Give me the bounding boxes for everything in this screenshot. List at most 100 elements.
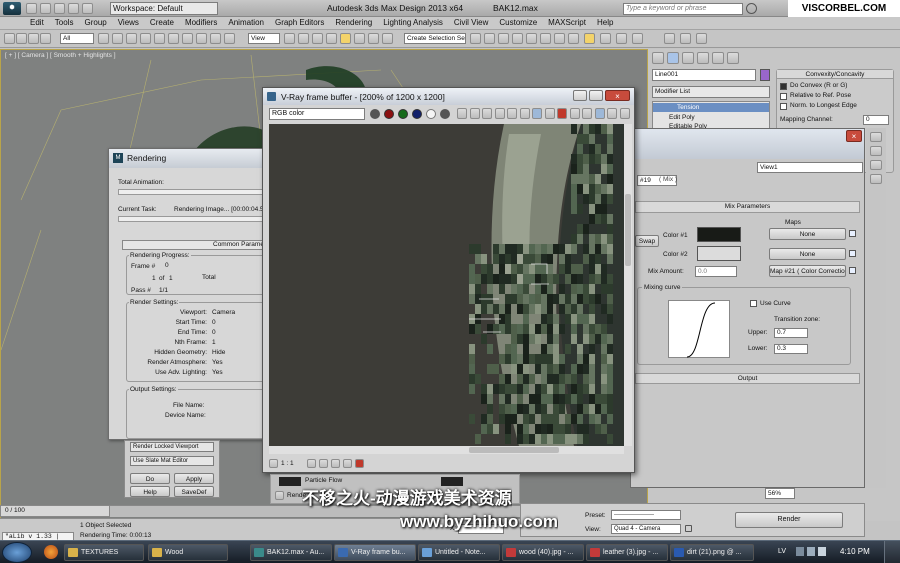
stack-item-tension[interactable]: Tension (653, 103, 769, 112)
taskbar-item[interactable]: Wood (148, 544, 228, 561)
taskbar-item[interactable]: leather (3).jpg - ... (586, 544, 668, 561)
lens-effects-icon[interactable] (594, 108, 605, 119)
app-logo-icon[interactable]: ⬢ (3, 2, 21, 15)
named-selection-dropdown[interactable]: Create Selection Se (404, 33, 466, 44)
show-corrections-icon[interactable] (582, 108, 592, 119)
view-select-dropdown[interactable]: View1 (757, 162, 863, 173)
selection-filter-dropdown[interactable]: All (60, 33, 94, 44)
menu-item-create[interactable]: Create (150, 17, 174, 30)
toolbar-render-production-icon[interactable] (616, 33, 627, 44)
object-name-field[interactable]: Line001 (652, 69, 756, 81)
mapping-channel-spinner[interactable]: 0 (863, 115, 889, 125)
track-mouse-icon[interactable] (519, 108, 530, 119)
network-icon[interactable] (796, 547, 804, 556)
toolbar-keyboard-shortcut-icon[interactable] (210, 33, 221, 44)
toolbar-mirror-tool-icon[interactable] (484, 33, 495, 44)
save-file-icon[interactable] (40, 3, 51, 14)
toolbar-schematic-icon[interactable] (368, 33, 379, 44)
menu-item-animation[interactable]: Animation (228, 17, 264, 30)
region-render-icon[interactable] (532, 108, 542, 119)
vfb-settings-icon[interactable] (619, 108, 630, 119)
toolbar-extra-2-icon[interactable] (680, 33, 691, 44)
convexity-rollout-title[interactable]: Convexity/Concavity (777, 70, 893, 79)
reference-coordinate-dropdown[interactable]: View (248, 33, 280, 44)
toolbar-redo-icon[interactable] (16, 33, 27, 44)
toolbar-window-crossing-icon[interactable] (140, 33, 151, 44)
vfb-curve-icon[interactable] (319, 459, 328, 468)
toolbar-ribbon-icon[interactable] (526, 33, 537, 44)
toolbar-move-icon[interactable] (154, 33, 165, 44)
scroll-stub-2[interactable] (870, 146, 882, 156)
toolbar-select-link-icon[interactable] (28, 33, 39, 44)
swap-button[interactable]: Swap (635, 235, 659, 247)
savedef-button[interactable]: SaveDef (174, 486, 214, 497)
help-button[interactable]: Help (130, 486, 170, 497)
color2-swatch[interactable] (697, 246, 741, 261)
panel-tab-display-icon[interactable] (712, 52, 724, 64)
upper-spinner[interactable]: 0.7 (774, 328, 808, 338)
toolbar-material-editor-2-icon[interactable] (568, 33, 579, 44)
menu-item-modifiers[interactable]: Modifiers (185, 17, 217, 30)
render-last-icon[interactable] (569, 108, 580, 119)
toolbar-snap-icon[interactable] (224, 33, 235, 44)
zoom-dropdown[interactable]: 56% (765, 488, 795, 499)
toolbar-layer-icon[interactable] (326, 33, 337, 44)
toolbar-mirror-icon[interactable] (298, 33, 309, 44)
toolbar-curve-editor-2-icon[interactable] (540, 33, 551, 44)
panel-tab-create-icon[interactable] (652, 52, 664, 64)
toolbar-align-tool-icon[interactable] (498, 33, 509, 44)
panel-tab-utilities-icon[interactable] (727, 52, 739, 64)
mix-window-close-button[interactable]: × (846, 130, 862, 142)
flag-icon[interactable] (818, 547, 826, 556)
menu-item-edit[interactable]: Edit (30, 17, 44, 30)
toolbar-undo-icon[interactable] (4, 33, 15, 44)
menu-item-customize[interactable]: Customize (499, 17, 537, 30)
command-panel-scrollbar[interactable] (866, 128, 886, 488)
do-button[interactable]: Do (130, 473, 170, 484)
toolbar-material-editor-icon[interactable] (382, 33, 393, 44)
scroll-stub-4[interactable] (870, 174, 882, 184)
output-section[interactable]: Output (635, 373, 860, 384)
toolbar-edit-named-icon[interactable] (470, 33, 481, 44)
panel-tab-motion-icon[interactable] (697, 52, 709, 64)
mix-map-checkbox[interactable] (849, 267, 856, 274)
render-canvas[interactable] (269, 124, 624, 446)
vfb-maximize-button[interactable] (589, 90, 603, 101)
toolbar-select-by-name-icon[interactable] (112, 33, 123, 44)
search-icon[interactable] (746, 3, 757, 14)
taskbar-item[interactable]: wood (40).jpg - ... (502, 544, 584, 561)
menu-item-rendering[interactable]: Rendering (335, 17, 372, 30)
show-desktop-button[interactable] (884, 541, 900, 563)
clear-icon[interactable] (507, 108, 517, 119)
vfb-levels-icon[interactable] (331, 459, 340, 468)
object-color-swatch[interactable] (760, 69, 770, 81)
menu-item-graph-editors[interactable]: Graph Editors (275, 17, 324, 30)
open-icon[interactable] (482, 108, 492, 119)
render-button[interactable]: Render (735, 512, 843, 528)
mix-amount-map-button[interactable]: Map #21 ( Color Correction ) (769, 265, 846, 277)
blue-channel-icon[interactable] (412, 109, 422, 119)
map-type-label[interactable]: ( Mix ) (659, 176, 677, 183)
toolbar-pivot-icon[interactable] (284, 33, 295, 44)
stack-item-edit-poly[interactable]: Edit Poly (653, 113, 695, 122)
vfb-close-button[interactable]: × (605, 90, 630, 101)
display-history-icon[interactable] (457, 108, 467, 119)
tray-icons[interactable] (796, 547, 832, 557)
toolbar-curve-editor-icon[interactable] (354, 33, 365, 44)
menu-item-maxscript[interactable]: MAXScript (548, 17, 586, 30)
common-parameters-bar[interactable]: Common Parameters (122, 240, 275, 250)
taskbar-item[interactable]: BAK12.max - Au... (250, 544, 332, 561)
mono-channel-icon[interactable] (440, 109, 450, 119)
color1-map-checkbox[interactable] (849, 230, 856, 237)
menu-item-group[interactable]: Group (84, 17, 106, 30)
toolbar-schematic-2-icon[interactable] (554, 33, 565, 44)
menu-item-lighting-analysis[interactable]: Lighting Analysis (383, 17, 443, 30)
render-locked-viewport-dropdown[interactable]: Render Locked Viewport (130, 442, 214, 452)
color1-swatch[interactable] (697, 227, 741, 242)
toolbar-rotate-icon[interactable] (168, 33, 179, 44)
toolbar-render-setup-icon[interactable] (584, 33, 595, 44)
taskbar-item[interactable]: V-Ray frame bu... (334, 544, 416, 561)
vfb-history-icon[interactable] (269, 459, 278, 468)
green-channel-icon[interactable] (398, 109, 408, 119)
convexity-option-checkbox[interactable] (780, 83, 787, 90)
